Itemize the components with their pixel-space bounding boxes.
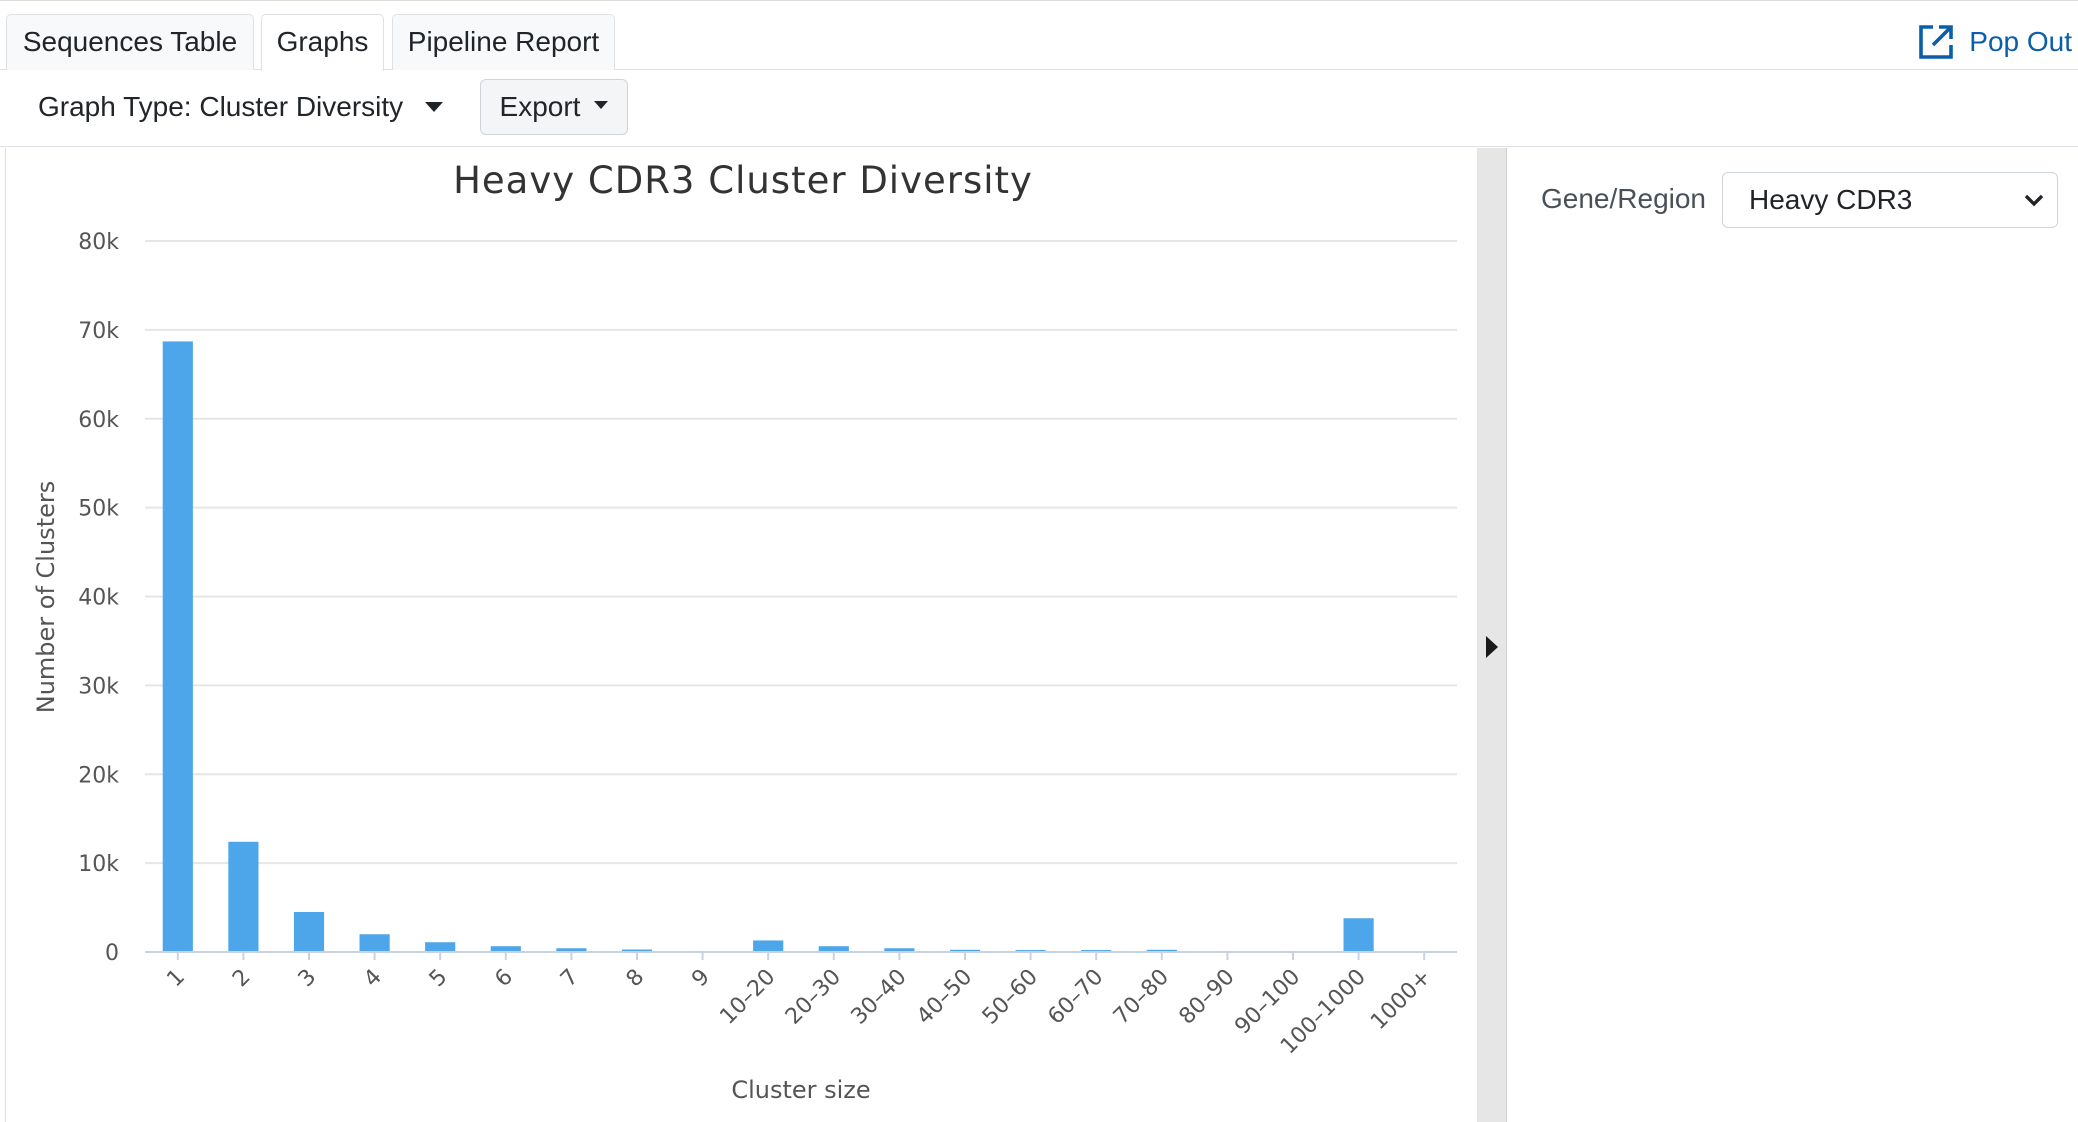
x-axis-title: Cluster size — [731, 1076, 870, 1104]
bar[interactable] — [425, 942, 456, 952]
x-tick-label: 40–50 — [912, 965, 977, 1030]
pop-out-button[interactable]: Pop Out — [1917, 22, 2072, 62]
cluster-diversity-chart: 0 10k 20k 30k 40k 50k 60k 70k 80k 1 2 3 4 5 6 7 8 9 10–20 2… — [32, 159, 1457, 1104]
y-tick-label: 80k — [78, 230, 119, 255]
x-tick-label: 50–60 — [978, 965, 1043, 1030]
y-tick-label: 0 — [105, 941, 119, 966]
x-tick-label: 30–40 — [847, 965, 912, 1030]
gene-region-value: Heavy CDR3 — [1749, 184, 1913, 215]
export-label: Export — [499, 91, 581, 122]
y-tick-label: 60k — [78, 408, 119, 433]
pop-out-label: Pop Out — [1969, 26, 2072, 57]
x-tick-label: 3 — [294, 965, 322, 993]
caret-down-icon — [594, 101, 609, 109]
x-tick-label: 5 — [425, 965, 453, 993]
x-tick-label: 9 — [687, 965, 715, 993]
grid-lines — [145, 240, 1457, 865]
caret-down-icon — [425, 102, 444, 112]
x-tick-label: 60–70 — [1043, 965, 1108, 1030]
x-tick-label: 1 — [162, 965, 190, 993]
settings-panel: Gene/Region Heavy CDR3 — [1508, 148, 2078, 1122]
bar[interactable] — [359, 934, 390, 952]
top-border — [0, 0, 2078, 7]
y-tick-label: 30k — [78, 674, 119, 699]
y-tick-label: 10k — [78, 852, 119, 877]
gene-region-label: Gene/Region — [1541, 183, 1707, 214]
graph-type-label: Graph Type: Cluster Diversity — [38, 91, 404, 122]
x-tick-label: 10–20 — [715, 965, 780, 1030]
bar[interactable] — [228, 841, 259, 952]
x-tick-label: 20–30 — [781, 965, 846, 1030]
y-axis-title: Number of Clusters — [32, 481, 60, 714]
bar[interactable] — [753, 940, 784, 952]
y-tick-label: 70k — [78, 319, 119, 344]
tab-pipeline-report[interactable]: Pipeline Report — [392, 14, 615, 70]
tab-graphs[interactable]: Graphs — [261, 14, 384, 71]
x-tick-label: 2 — [228, 965, 256, 993]
x-tick-label: 80–90 — [1175, 965, 1240, 1030]
panel-splitter[interactable] — [1477, 148, 1507, 1122]
bar[interactable] — [1343, 918, 1374, 952]
x-tick-label: 4 — [359, 965, 387, 993]
x-tick-label: 6 — [490, 965, 518, 993]
gene-region-select[interactable]: Heavy CDR3 — [1722, 172, 2058, 228]
external-link-icon — [1919, 25, 1954, 59]
y-tick-label: 40k — [78, 586, 119, 611]
x-tick-label: 7 — [556, 965, 584, 993]
chart-panel: 0 10k 20k 30k 40k 50k 60k 70k 80k 1 2 3 4 5 6 7 8 9 10–20 2… — [5, 148, 1477, 1122]
bar[interactable] — [293, 912, 325, 952]
y-tick-label: 20k — [78, 763, 119, 788]
x-tick-label: 70–80 — [1109, 965, 1174, 1030]
bar[interactable] — [162, 341, 193, 952]
export-button[interactable]: Export — [480, 79, 628, 135]
tab-sequences-table[interactable]: Sequences Table — [6, 14, 254, 70]
axes: 0 10k 20k 30k 40k 50k 60k 70k 80k 1 2 3 4 5 6 7 8 9 10–20 2… — [78, 230, 1457, 1059]
bars — [162, 341, 1374, 952]
graph-toolbar: Graph Type: Cluster Diversity Export — [0, 71, 2078, 147]
chevron-down-icon — [2024, 194, 2044, 207]
chart-title: Heavy CDR3 Cluster Diversity — [453, 159, 1033, 202]
y-tick-label: 50k — [78, 497, 119, 522]
caret-right-icon[interactable] — [1486, 636, 1498, 658]
x-tick-label: 1000+ — [1366, 965, 1436, 1035]
tab-bar: Sequences Table Graphs Pipeline Report — [0, 14, 2078, 71]
graph-type-dropdown[interactable]: Graph Type: Cluster Diversity — [38, 91, 444, 123]
x-tick-label: 8 — [622, 965, 650, 993]
